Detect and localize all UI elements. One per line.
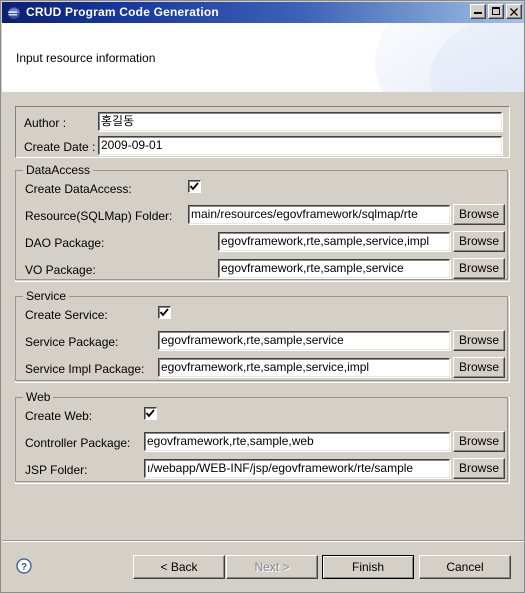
create-service-checkbox[interactable] <box>158 306 171 319</box>
group-service: Service Create Service: Service Package:… <box>15 290 510 383</box>
maximize-button[interactable] <box>488 4 504 19</box>
author-input[interactable]: 홍길동 <box>98 112 502 131</box>
author-panel: Author : 홍길동 Create Date : 2009-09-01 <box>15 106 510 158</box>
finish-button[interactable]: Finish <box>322 555 414 579</box>
next-button-label: Next > <box>254 560 290 574</box>
group-web: Web Create Web: Controller Package: egov… <box>15 391 510 484</box>
controller-package-input[interactable]: egovframework,rte,sample,web <box>144 432 450 451</box>
dao-package-label: DAO Package: <box>25 236 105 250</box>
vo-package-label: VO Package: <box>25 263 96 277</box>
header-title: Input resource information <box>16 51 156 65</box>
dao-package-browse-button[interactable]: Browse <box>453 231 505 252</box>
back-button[interactable]: < Back <box>133 555 225 579</box>
resource-folder-label: Resource(SQLMap) Folder: <box>25 209 173 223</box>
service-impl-package-input[interactable]: egovframework,rte,sample,service,impl <box>158 358 450 377</box>
author-label: Author : <box>24 116 67 130</box>
group-service-title: Service <box>23 290 70 302</box>
dialog-window: CRUD Program Code Generation Input resou… <box>0 0 525 593</box>
jsp-folder-browse-button[interactable]: Browse <box>453 458 505 479</box>
eclipse-globe-icon <box>6 5 22 21</box>
window-title: CRUD Program Code Generation <box>26 5 219 19</box>
resource-folder-browse-button[interactable]: Browse <box>453 204 505 225</box>
create-web-checkbox[interactable] <box>144 407 157 420</box>
service-package-browse-button[interactable]: Browse <box>453 330 505 351</box>
create-service-label: Create Service: <box>25 308 108 322</box>
controller-package-label: Controller Package: <box>25 436 131 450</box>
group-dataaccess-title: DataAccess <box>23 164 94 176</box>
create-date-label: Create Date : <box>24 140 96 154</box>
close-button[interactable] <box>506 4 522 19</box>
next-button[interactable]: Next > <box>226 555 318 579</box>
controller-package-browse-button[interactable]: Browse <box>453 431 505 452</box>
wizard-header: Input resource information <box>2 23 524 93</box>
vo-package-input[interactable]: egovframework,rte,sample,service <box>218 259 450 278</box>
jsp-folder-label: JSP Folder: <box>25 463 88 477</box>
back-button-label: < Back <box>160 560 198 574</box>
service-impl-package-label: Service Impl Package: <box>25 362 145 376</box>
dao-package-input[interactable]: egovframework,rte,sample,service,impl <box>218 232 450 251</box>
service-package-label: Service Package: <box>25 335 119 349</box>
minimize-button[interactable] <box>470 4 486 19</box>
window-controls <box>470 4 522 19</box>
cancel-button[interactable]: Cancel <box>419 555 511 579</box>
create-date-input[interactable]: 2009-09-01 <box>98 136 502 155</box>
create-dataaccess-label: Create DataAccess: <box>25 182 132 196</box>
service-package-input[interactable]: egovframework,rte,sample,service <box>158 331 450 350</box>
dialog-footer: ? < Back Next > Finish Cancel <box>2 540 524 592</box>
create-web-label: Create Web: <box>25 409 93 423</box>
svg-text:?: ? <box>21 562 27 573</box>
resource-folder-input[interactable]: main/resources/egovframework/sqlmap/rte <box>188 205 450 224</box>
finish-button-label: Finish <box>351 560 384 574</box>
footer-separator <box>2 540 524 541</box>
service-impl-package-browse-button[interactable]: Browse <box>453 357 505 378</box>
cancel-button-label: Cancel <box>446 560 484 574</box>
help-question-icon[interactable]: ? <box>16 558 32 574</box>
jsp-folder-input[interactable]: ı/webapp/WEB-INF/jsp/egovframework/rte/s… <box>144 459 450 478</box>
group-dataaccess: DataAccess Create DataAccess: Resource(S… <box>15 164 510 282</box>
create-dataaccess-checkbox[interactable] <box>188 180 201 193</box>
dialog-body: Author : 홍길동 Create Date : 2009-09-01 Da… <box>2 92 524 541</box>
group-web-title: Web <box>23 391 54 403</box>
title-bar: CRUD Program Code Generation <box>2 2 524 23</box>
vo-package-browse-button[interactable]: Browse <box>453 258 505 279</box>
